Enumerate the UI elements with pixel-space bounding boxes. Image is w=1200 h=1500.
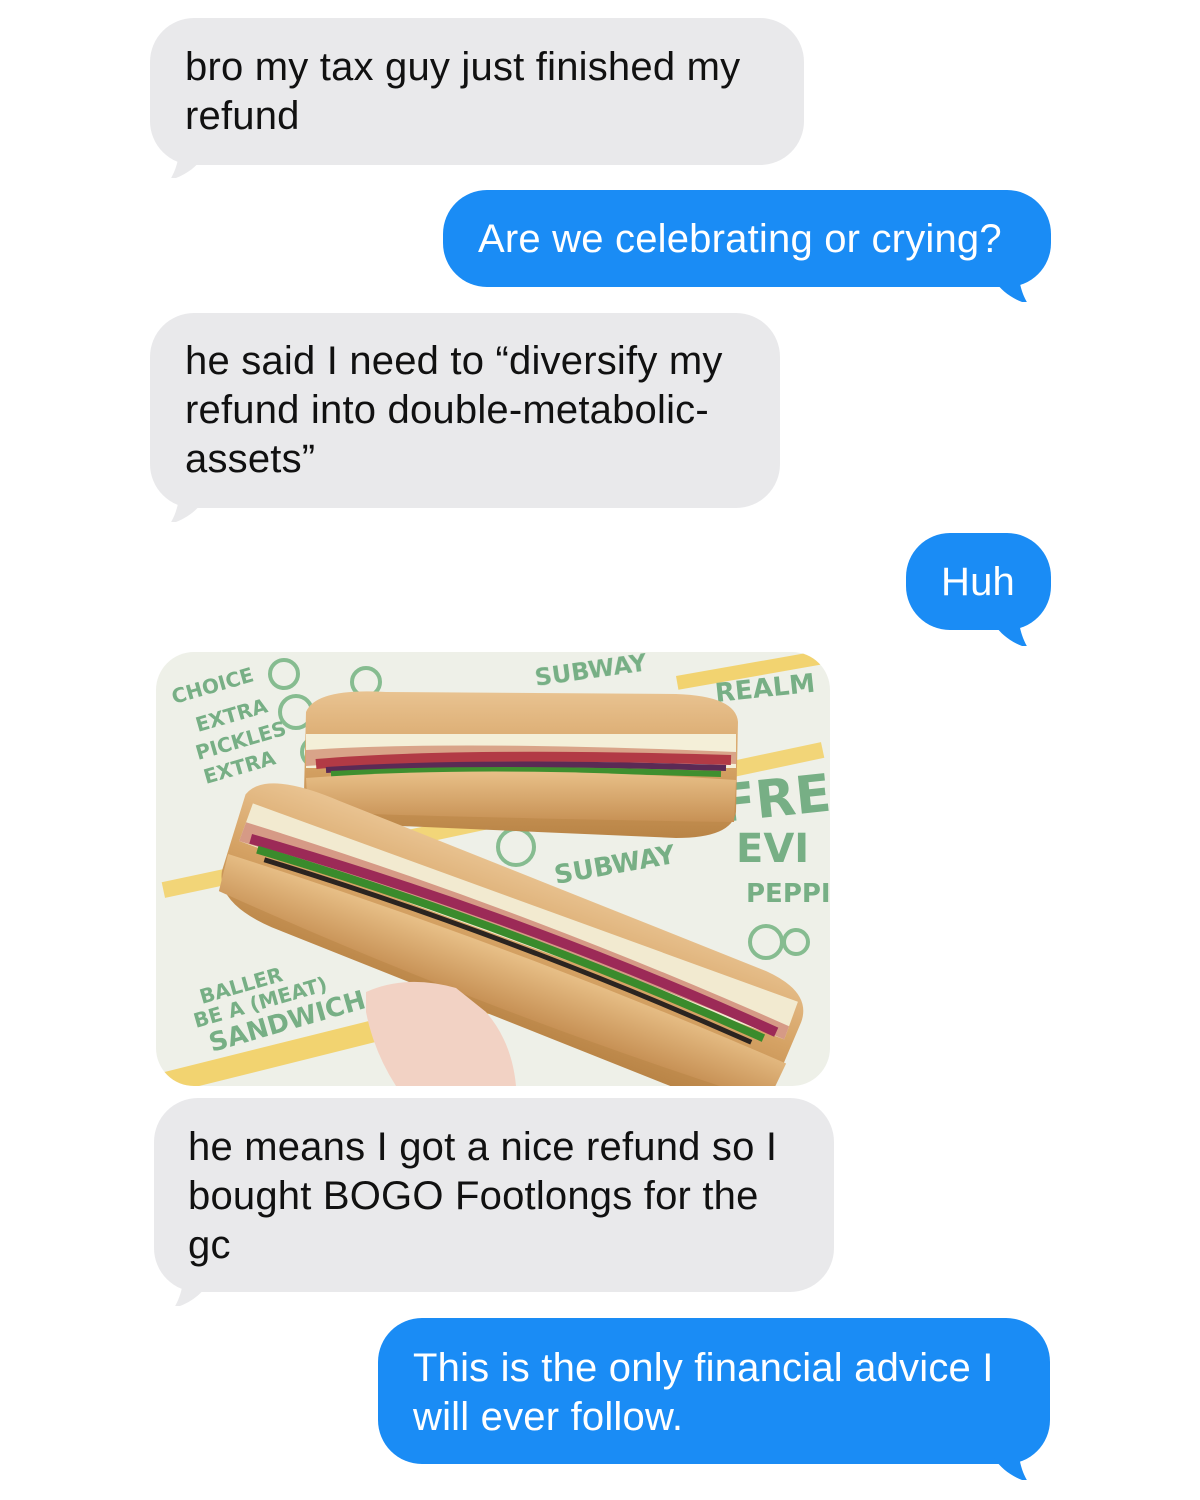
wrapper-text: PEPPI bbox=[746, 879, 830, 909]
outgoing-bubble-tail bbox=[994, 1440, 1027, 1480]
message-text: This is the only financial advice I will… bbox=[413, 1346, 994, 1439]
incoming-message-bubble[interactable]: he said I need to “diversify my refund i… bbox=[150, 313, 780, 508]
message-text: he means I got a nice refund so I bought… bbox=[188, 1125, 778, 1267]
outgoing-message-bubble[interactable]: Are we celebrating or crying? bbox=[443, 190, 1051, 287]
incoming-bubble-tail bbox=[171, 482, 204, 522]
incoming-bubble-tail bbox=[175, 1266, 208, 1306]
incoming-bubble-tail bbox=[171, 138, 204, 178]
outgoing-bubble-tail bbox=[994, 262, 1027, 302]
incoming-message-bubble[interactable]: he means I got a nice refund so I bought… bbox=[154, 1098, 834, 1292]
message-text: Are we celebrating or crying? bbox=[478, 217, 1002, 261]
sandwich-photo-attachment[interactable]: CHOICE EXTRA PICKLES EXTRA SANDWICH SUBW… bbox=[156, 652, 830, 1086]
outgoing-bubble-tail bbox=[994, 606, 1027, 646]
sandwich-photo: CHOICE EXTRA PICKLES EXTRA SANDWICH SUBW… bbox=[156, 652, 830, 1086]
message-text: Huh bbox=[941, 560, 1015, 604]
outgoing-message-bubble[interactable]: This is the only financial advice I will… bbox=[378, 1318, 1050, 1464]
incoming-message-bubble[interactable]: bro my tax guy just finished my refund bbox=[150, 18, 804, 165]
message-text: bro my tax guy just finished my refund bbox=[185, 45, 741, 138]
messages-screen: { "conversation": { "messages": [ {"send… bbox=[0, 0, 1200, 1500]
wrapper-text: EVI bbox=[736, 826, 809, 872]
message-text: he said I need to “diversify my refund i… bbox=[185, 339, 723, 481]
